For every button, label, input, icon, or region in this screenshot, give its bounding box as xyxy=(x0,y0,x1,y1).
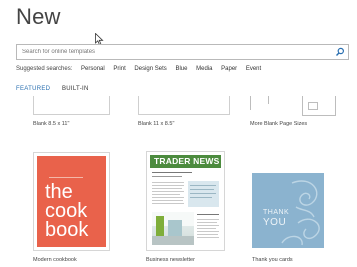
search-icon[interactable] xyxy=(335,47,345,57)
template-thumbnail-modern-cookbook[interactable]: the cook book xyxy=(33,152,110,251)
tab-featured[interactable]: FEATURED xyxy=(16,86,50,92)
search-input[interactable] xyxy=(17,45,322,59)
newsletter-text-line xyxy=(197,228,216,229)
newsletter-text-line xyxy=(152,200,183,201)
cookbook-subtitle-line xyxy=(49,177,83,178)
newsletter-text-line xyxy=(152,203,184,204)
template-thumbnail-blank-portrait[interactable] xyxy=(33,96,110,115)
suggested-link-personal[interactable]: Personal xyxy=(81,66,105,72)
suggested-link-event[interactable]: Event xyxy=(246,66,261,72)
template-caption: Blank 8.5 x 11" xyxy=(33,121,70,127)
search-box[interactable] xyxy=(16,44,349,60)
thank-you-line-1: THANK xyxy=(263,209,290,216)
newsletter-text-line xyxy=(197,234,218,235)
newsletter-text-line xyxy=(197,222,217,223)
newsletter-heading-line xyxy=(152,176,182,177)
newsletter-sidebar-box xyxy=(188,181,219,207)
tab-built-in[interactable]: BUILT-IN xyxy=(62,86,89,92)
template-caption: Blank 11 x 8.5" xyxy=(138,121,175,127)
template-caption: Modern cookbook xyxy=(33,257,77,263)
newsletter-text-line xyxy=(197,225,219,226)
suggested-link-blue[interactable]: Blue xyxy=(175,66,187,72)
suggested-link-paper[interactable]: Paper xyxy=(221,66,237,72)
cookbook-word: book xyxy=(45,219,89,241)
newsletter-text-line xyxy=(152,182,184,183)
template-thumbnail-thank-you-cards[interactable]: THANK YOU xyxy=(252,173,324,248)
newsletter-heading-line xyxy=(152,172,192,173)
newsletter-text-line xyxy=(197,237,219,238)
template-caption: Thank you cards xyxy=(252,257,293,263)
suggested-label: Suggested searches: xyxy=(16,66,73,72)
newsletter-masthead: TRADER NEWS xyxy=(150,155,221,168)
suggested-searches: Suggested searches: Personal Print Desig… xyxy=(16,66,261,72)
suggested-link-media[interactable]: Media xyxy=(196,66,212,72)
cookbook-word: cook xyxy=(45,200,88,222)
newsletter-text-line xyxy=(152,191,184,192)
newsletter-text-line xyxy=(197,231,219,232)
template-caption: Business newsletter xyxy=(146,257,195,263)
suggested-link-design-sets[interactable]: Design Sets xyxy=(134,66,166,72)
suggested-link-print[interactable]: Print xyxy=(113,66,125,72)
newsletter-text-line xyxy=(152,185,184,186)
template-thumbnail-business-newsletter[interactable]: TRADER NEWS xyxy=(146,151,225,251)
thank-you-text: THANK YOU xyxy=(263,209,289,228)
page-title: New xyxy=(16,4,61,29)
template-caption: More Blank Page Sizes xyxy=(250,121,308,127)
newsletter-text-line xyxy=(197,214,219,215)
newsletter-text-line xyxy=(152,194,180,195)
template-thumbnail-more-sizes[interactable] xyxy=(250,96,338,118)
template-tabs: FEATURED BUILT-IN xyxy=(16,86,89,92)
newsletter-text-line xyxy=(197,219,219,220)
cookbook-cover: the cook book xyxy=(37,156,106,247)
newsletter-text-line xyxy=(152,188,182,189)
template-thumbnail-blank-landscape[interactable] xyxy=(138,96,230,115)
newsletter-text-line xyxy=(152,197,184,198)
newsletter-photo xyxy=(152,212,194,245)
thank-you-line-2: YOU xyxy=(263,217,287,228)
cookbook-word: the xyxy=(45,181,73,203)
